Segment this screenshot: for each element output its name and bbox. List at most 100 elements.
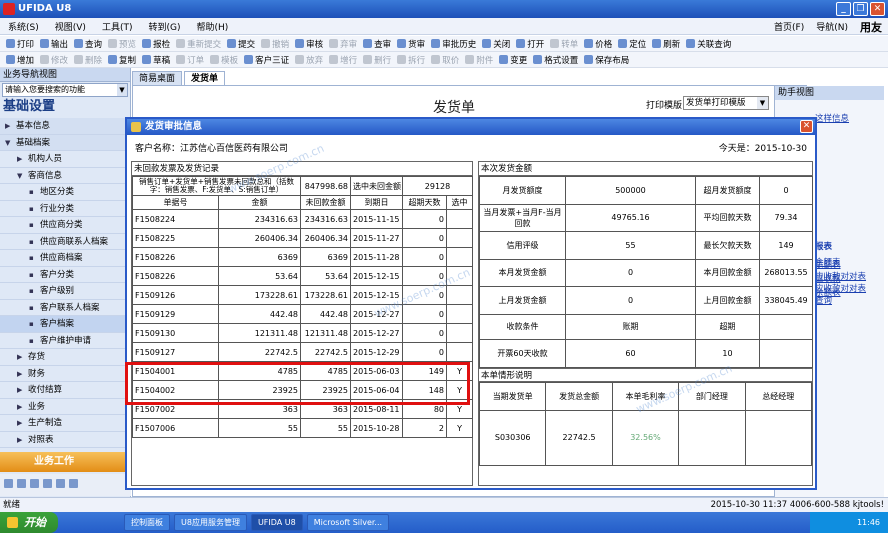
table-row[interactable]: F1509127 22742.5 22742.5 2015-12-29 0	[132, 342, 474, 362]
shortcut-icon[interactable]	[30, 479, 39, 488]
toolbar-button[interactable]: 删行	[363, 54, 391, 66]
nav-tree-item[interactable]: ▪ 地区分类	[0, 184, 131, 201]
toolbar-button[interactable]: 保存布局	[584, 54, 629, 66]
toolbar-button[interactable]: 输出	[40, 38, 68, 50]
shortcut-icon[interactable]	[4, 479, 13, 488]
nav-tree-item[interactable]: ▪ 供应商分类	[0, 217, 131, 234]
shortcut-icon[interactable]	[69, 479, 78, 488]
nav-link[interactable]: 导航(N)	[816, 20, 848, 33]
toolbar-button[interactable]: 打开	[516, 38, 544, 50]
toolbar-button[interactable]: 查询	[74, 38, 102, 50]
tab-delivery-note[interactable]: 发货单	[184, 71, 226, 85]
nav-tree-item[interactable]: ▪ 客户级别	[0, 283, 131, 300]
table-row[interactable]: F1508226 53.64 53.64 2015-12-15 0	[132, 266, 474, 286]
table-row[interactable]: F1508225 260406.34 260406.34 2015-11-27 0	[132, 228, 474, 248]
nav-tree-item[interactable]: ▶ 对照表	[0, 432, 131, 448]
toolbar-button[interactable]: 复制	[108, 54, 136, 66]
menu-help[interactable]: 帮助(H)	[196, 20, 228, 33]
toolbar-button[interactable]: 拆行	[397, 54, 425, 66]
toolbar-button[interactable]: 定位	[618, 38, 646, 50]
toolbar-button[interactable]: 预览	[108, 38, 136, 50]
nav-tree-item[interactable]: ▼ 客商信息	[0, 168, 131, 184]
nav-search-input[interactable]: 请输入您要搜索的功能 ▼	[2, 83, 128, 97]
nav-tree-item[interactable]: ▶ 基本信息	[0, 118, 131, 135]
chevron-down-icon[interactable]: ▼	[757, 97, 768, 109]
nav-tree-item[interactable]: ▪ 客户联系人档案	[0, 300, 131, 316]
menu-system[interactable]: 系统(S)	[8, 20, 39, 33]
toolbar-button[interactable]: 查审	[363, 38, 391, 50]
toolbar-button[interactable]: 变更	[499, 54, 527, 66]
nav-tree-item[interactable]: ▶ 业务	[0, 399, 131, 415]
nav-tree-item[interactable]: ▼ 基础档案	[0, 134, 131, 151]
toolbar-button[interactable]: 关联查询	[686, 38, 731, 50]
toolbar-button[interactable]: 附件	[465, 54, 493, 66]
task-control-panel[interactable]: 控制面板	[124, 514, 170, 531]
toolbar-button[interactable]: 提交	[227, 38, 255, 50]
nav-tree-item[interactable]: ▪ 客户分类	[0, 267, 131, 283]
toolbar-button[interactable]: 刷新	[652, 38, 680, 50]
toolbar-button[interactable]: 货审	[397, 38, 425, 50]
menu-goto[interactable]: 转到(G)	[148, 20, 180, 33]
task-ufida-u8[interactable]: UFIDA U8	[250, 514, 303, 531]
toolbar-button[interactable]: 草稿	[142, 54, 170, 66]
toolbar-button[interactable]: 价格	[584, 38, 612, 50]
restore-button[interactable]: ❐	[853, 2, 868, 16]
toolbar-button[interactable]: 放弃	[295, 54, 323, 66]
toolbar-button[interactable]: 弃审	[329, 38, 357, 50]
nav-tree-item[interactable]: ▶ 生产制造	[0, 415, 131, 432]
nav-tree-item[interactable]: ▶ 存货	[0, 349, 131, 366]
toolbar-button[interactable]: 审核	[295, 38, 323, 50]
assistant-link[interactable]: 应收款对对表	[815, 282, 866, 294]
nav-tree-item[interactable]: ▪ 供应商联系人档案	[0, 234, 131, 250]
table-row[interactable]: F1509130 121311.48 121311.48 2015-12-27 0	[132, 323, 474, 343]
assistant-link[interactable]: 余额表	[815, 258, 841, 270]
toolbar-button[interactable]: 修改	[40, 54, 68, 66]
dialog-close-button[interactable]: ✕	[800, 120, 813, 133]
toolbar-button[interactable]: 报检	[142, 38, 170, 50]
table-row[interactable]: F1508226 6369 6369 2015-11-28 0	[132, 247, 474, 267]
task-silverlight[interactable]: Microsoft Silver...	[306, 514, 390, 531]
toolbar-button[interactable]: 增行	[329, 54, 357, 66]
nav-tree-item[interactable]: ▪ 行业分类	[0, 201, 131, 217]
nav-tree-item[interactable]: ▶ 财务	[0, 366, 131, 382]
assistant-link[interactable]: 查询	[815, 294, 832, 306]
business-work-button[interactable]: 业务工作	[0, 452, 131, 472]
toolbar-button[interactable]: 关闭	[482, 38, 510, 50]
start-button[interactable]: 开始	[0, 512, 58, 533]
print-template-select[interactable]: 发货单打印模版 ▼	[683, 96, 769, 110]
toolbar-button[interactable]: 格式设置	[533, 54, 578, 66]
menu-tools[interactable]: 工具(T)	[102, 20, 133, 33]
toolbar-button[interactable]: 重新提交	[176, 38, 221, 50]
toolbar-button[interactable]: 审批历史	[431, 38, 476, 50]
assistant-link[interactable]: 这样信息	[815, 112, 849, 124]
home-link[interactable]: 首页(F)	[774, 20, 804, 33]
nav-tree-item[interactable]: ▪ 供应商档案	[0, 250, 131, 267]
toolbar-button[interactable]: 转单	[550, 38, 578, 50]
assistant-link[interactable]: 应收款对对表	[815, 270, 866, 282]
shortcut-icon[interactable]	[56, 479, 65, 488]
table-row[interactable]: F1507006 55 55 2015-10-28 2 Y	[132, 418, 474, 438]
table-row[interactable]: F1509129 442.48 442.48 2015-12-27 0	[132, 304, 474, 324]
chevron-down-icon[interactable]: ▼	[117, 84, 127, 96]
nav-tree-item[interactable]: ▪ 客户维护申请	[0, 333, 131, 349]
dialog-titlebar: 发货审批信息 ✕	[127, 119, 815, 135]
tab-simple-desktop[interactable]: 简易桌面	[132, 71, 183, 85]
close-button[interactable]: ✕	[870, 2, 885, 16]
toolbar-button[interactable]: 客户三证	[244, 54, 289, 66]
shortcut-icon[interactable]	[17, 479, 26, 488]
nav-tree-item[interactable]: ▶ 机构人员	[0, 151, 131, 168]
menu-view[interactable]: 视图(V)	[55, 20, 86, 33]
nav-tree-item[interactable]: ▪ 客户档案	[0, 316, 131, 333]
toolbar-button[interactable]: 模板	[210, 54, 238, 66]
minimize-button[interactable]: _	[836, 2, 851, 16]
toolbar-button[interactable]: 撤销	[261, 38, 289, 50]
shortcut-icon[interactable]	[43, 479, 52, 488]
task-u8-service[interactable]: U8应用服务管理	[174, 514, 247, 531]
toolbar-button[interactable]: 打印	[6, 38, 34, 50]
toolbar-button[interactable]: 增加	[6, 54, 34, 66]
nav-tree-item[interactable]: ▶ 收付结算	[0, 382, 131, 399]
toolbar-button[interactable]: 取价	[431, 54, 459, 66]
toolbar-button[interactable]: 订单	[176, 54, 204, 66]
toolbar-button[interactable]: 删除	[74, 54, 102, 66]
table-row[interactable]: F1508224 234316.63 234316.63 2015-11-15 0	[132, 209, 474, 229]
